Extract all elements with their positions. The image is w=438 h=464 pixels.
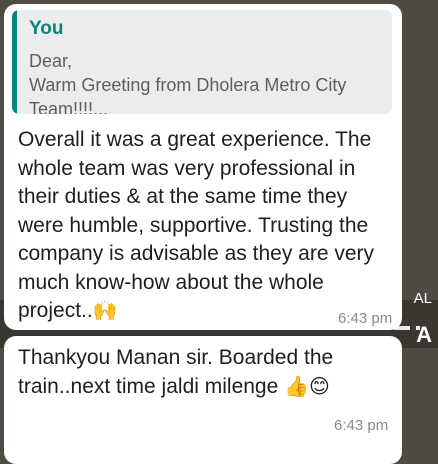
message-text: Overall it was a great experience. The w… xyxy=(18,126,398,326)
message-bubble[interactable]: You Dear, Warm Greeting from Dholera Met… xyxy=(4,4,402,330)
background-edge-text-top: AL xyxy=(413,290,432,307)
quoted-message[interactable]: You Dear, Warm Greeting from Dholera Met… xyxy=(12,10,392,114)
thumbs-up-smile-emoji-icon: 👍😊 xyxy=(284,375,330,398)
message-timestamp: 6:43 pm xyxy=(334,417,389,434)
quoted-text-line: Team!!!!... xyxy=(29,99,109,114)
message-body: Overall it was a great experience. The w… xyxy=(18,128,375,322)
background-edge-text-bottom: A xyxy=(416,322,432,347)
quote-accent-bar xyxy=(12,10,17,114)
raising-hands-emoji-icon: 🙌 xyxy=(92,300,118,322)
quoted-text-line: Warm Greeting from Dholera Metro City xyxy=(29,75,347,95)
message-timestamp: 6:43 pm xyxy=(338,310,393,327)
message-text: Thankyou Manan sir. Boarded the train..n… xyxy=(18,344,398,401)
quoted-text-line: Dear, xyxy=(29,51,73,71)
quoted-sender-name: You xyxy=(29,18,64,39)
